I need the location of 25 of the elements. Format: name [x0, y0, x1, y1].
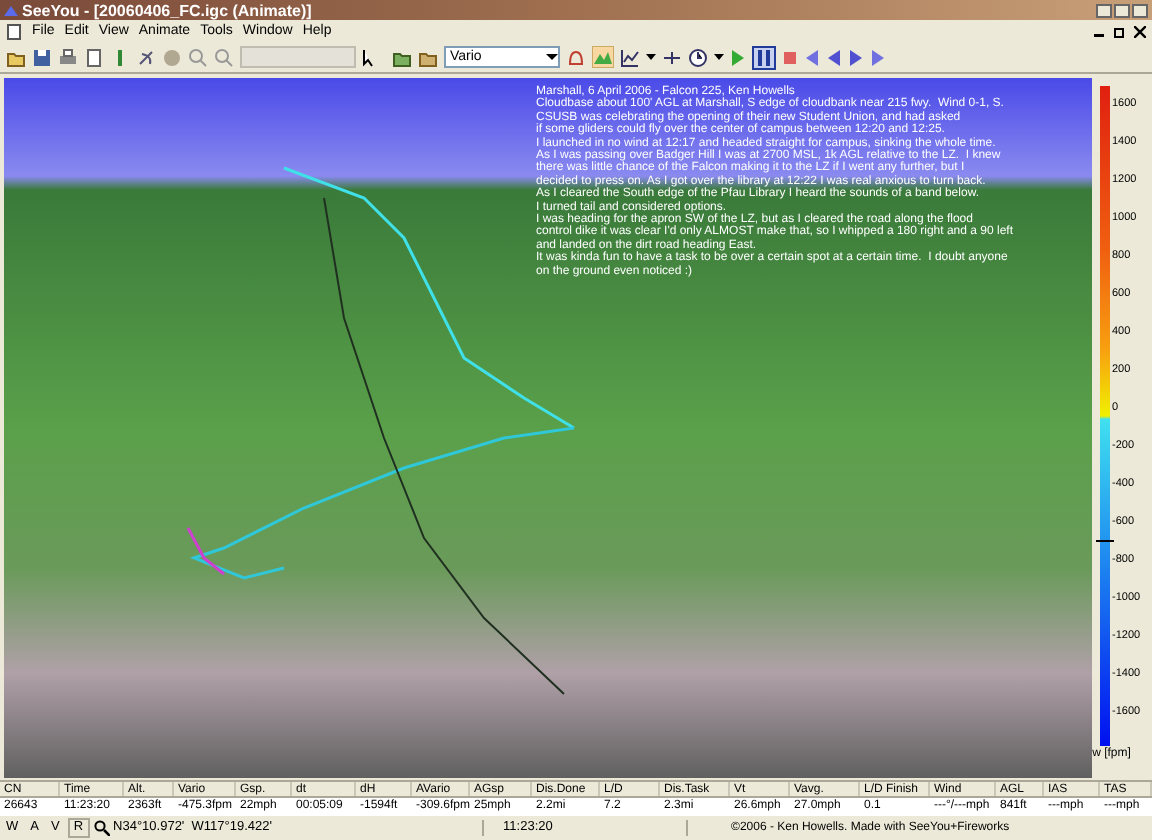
close-button[interactable] [1132, 3, 1148, 17]
caret-icon[interactable] [646, 53, 656, 61]
dropdown-arrow-icon [546, 52, 558, 62]
printer-icon[interactable] [58, 47, 78, 67]
skip-back-icon[interactable] [804, 49, 820, 65]
step-back-icon[interactable] [826, 49, 842, 65]
maximize-button[interactable] [1114, 3, 1130, 17]
chart-icon[interactable] [620, 47, 640, 67]
document-icon [6, 23, 22, 39]
close-icon[interactable] [1134, 25, 1146, 37]
window-title: SeeYou - [20060406_FC.igc (Animate)] [22, 1, 312, 19]
clock-icon[interactable] [688, 47, 708, 67]
caret-icon[interactable] [714, 53, 724, 61]
bell-icon[interactable] [566, 47, 586, 67]
current-value-marker [1096, 540, 1114, 542]
skip-forward-icon[interactable] [870, 49, 886, 65]
pause-button[interactable] [752, 45, 776, 69]
open-folder-icon[interactable] [6, 47, 26, 67]
step-forward-icon[interactable] [848, 49, 864, 65]
stop-icon[interactable] [782, 49, 798, 65]
minimize-button[interactable] [1096, 3, 1112, 17]
restore-icon[interactable] [1114, 25, 1126, 37]
save-icon[interactable] [32, 47, 52, 67]
search-icon[interactable] [93, 819, 110, 835]
app-icon [4, 3, 18, 17]
